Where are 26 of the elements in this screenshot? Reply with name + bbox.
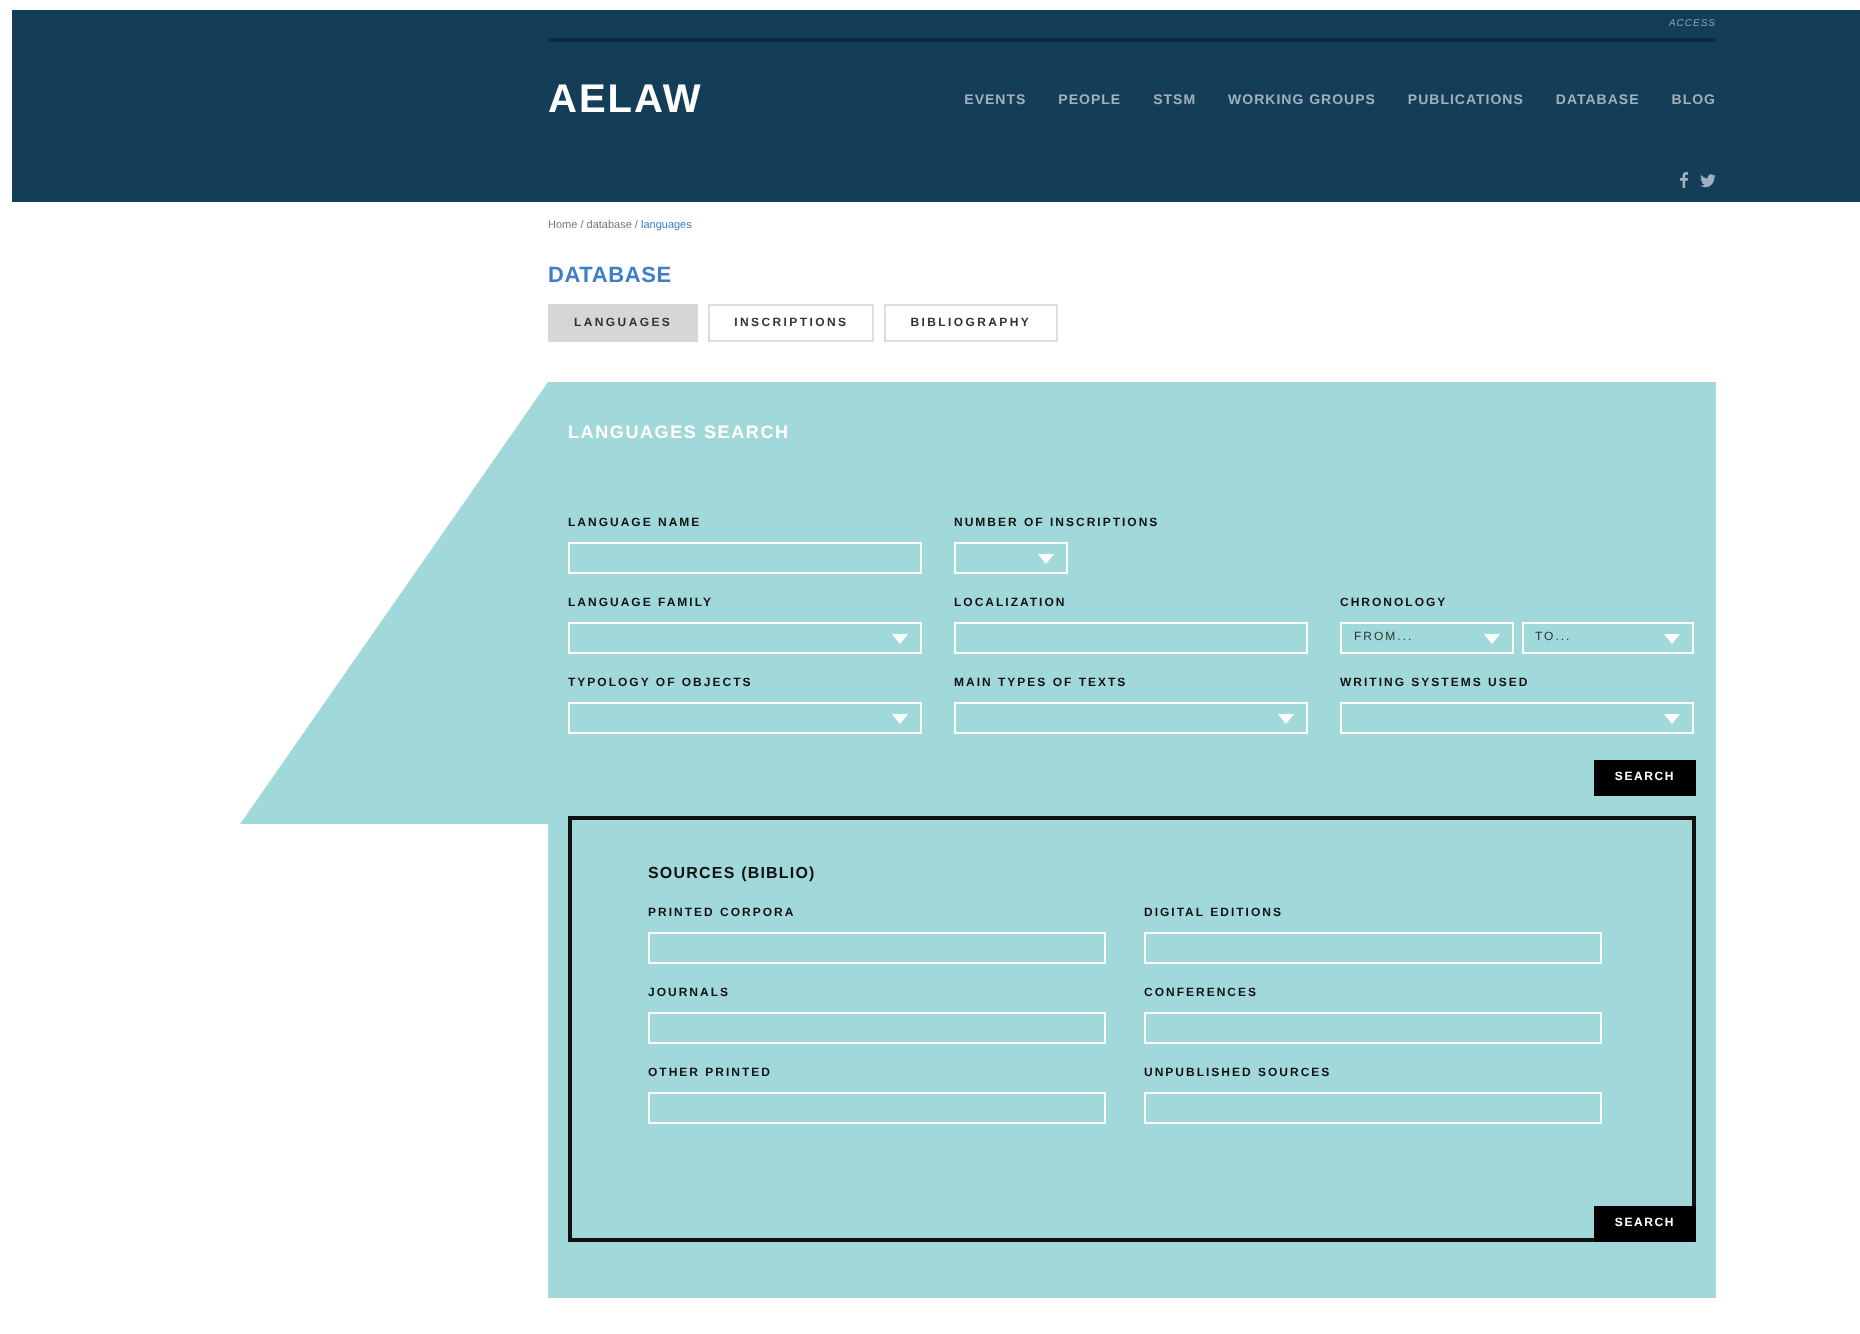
twitter-icon[interactable] <box>1700 173 1716 187</box>
section-title: SOURCES (BIBLIO) <box>648 864 818 882</box>
text-field[interactable] <box>1144 1012 1602 1044</box>
text-field[interactable] <box>1144 932 1602 964</box>
text-field[interactable] <box>648 932 1106 964</box>
dropdown[interactable] <box>1340 702 1694 734</box>
page-title: DATABASE <box>548 264 674 288</box>
dropdown[interactable] <box>568 622 922 654</box>
panel-title: LANGUAGES SEARCH <box>568 422 792 442</box>
caret-icon <box>1038 553 1054 563</box>
caret-icon <box>892 633 908 643</box>
text-field[interactable] <box>954 622 1308 654</box>
facebook-icon[interactable] <box>1680 172 1688 188</box>
caret-icon <box>1278 713 1294 723</box>
caret-icon <box>892 713 908 723</box>
text-field[interactable] <box>648 1012 1106 1044</box>
caret-icon <box>1664 633 1680 643</box>
text-field[interactable] <box>1144 1092 1602 1124</box>
dropdown[interactable] <box>954 702 1308 734</box>
caret-icon <box>1483 633 1499 643</box>
dropdown[interactable] <box>568 702 922 734</box>
caret-icon <box>1664 713 1680 723</box>
text-field[interactable] <box>648 1092 1106 1124</box>
text-field[interactable] <box>568 542 922 574</box>
dropdown[interactable] <box>954 542 1068 574</box>
logo[interactable]: AELAW <box>548 78 703 124</box>
